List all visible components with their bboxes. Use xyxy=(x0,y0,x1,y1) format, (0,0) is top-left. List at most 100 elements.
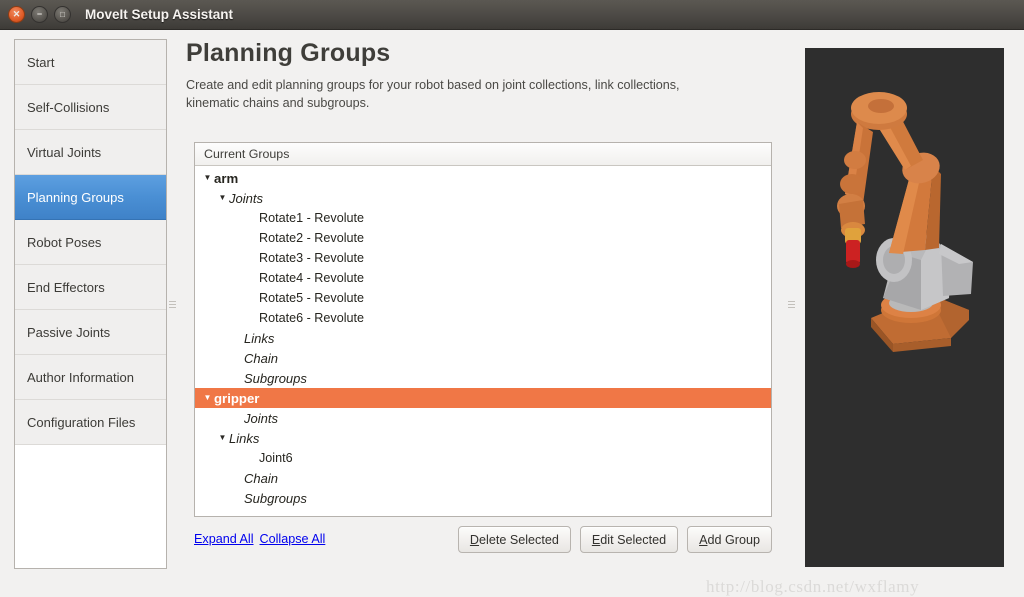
tree-indent-spacer: ▼ xyxy=(231,494,244,502)
tree-row[interactable]: ▼ gripper xyxy=(195,388,771,408)
window-title: MoveIt Setup Assistant xyxy=(85,7,234,22)
tree-indent-spacer: ▼ xyxy=(231,334,244,342)
window-titlebar: ✕ − □ MoveIt Setup Assistant xyxy=(0,0,1024,30)
navigation-empty-space xyxy=(15,445,166,545)
edit-selected-button[interactable]: Edit Selected xyxy=(579,526,679,553)
tree-column-header: Current Groups xyxy=(195,143,771,166)
tree-row-label: Joint6 xyxy=(259,451,293,465)
tree-row[interactable]: ▼Chain xyxy=(195,348,771,368)
tree-expand-links: Expand All Collapse All xyxy=(194,532,325,546)
delete-selected-button[interactable]: Delete Selected xyxy=(457,526,571,553)
sidebar-item-label: Virtual Joints xyxy=(27,144,102,160)
window-close-button[interactable]: ✕ xyxy=(8,6,25,23)
tree-row-label: Subgroups xyxy=(244,490,307,506)
window-maximize-button[interactable]: □ xyxy=(54,6,71,23)
action-buttons: Delete Selected Edit Selected Add Group xyxy=(457,526,772,553)
tree-row[interactable]: ▼Chain xyxy=(195,468,771,488)
button-label: Edit Selected xyxy=(591,532,667,547)
sidebar-item-label: Start xyxy=(27,54,55,70)
splitter-grip-icon xyxy=(788,299,795,310)
navigation-list: Start Self-Collisions Virtual Joints Planni… xyxy=(15,40,166,445)
tree-row[interactable]: ▼Rotate1 - Revolute xyxy=(195,208,771,228)
sidebar-item-label: Author Information xyxy=(27,369,134,385)
chevron-down-icon[interactable]: ▼ xyxy=(216,194,229,202)
sidebar-item-end-effectors[interactable]: End Effectors xyxy=(15,265,166,310)
app-body: Start Self-Collisions Virtual Joints Planni… xyxy=(0,30,1024,596)
tree-row-label: Chain xyxy=(244,470,278,486)
sidebar-item-virtual-joints[interactable]: Virtual Joints xyxy=(15,130,166,175)
navigation-sidebar: Start Self-Collisions Virtual Joints Planni… xyxy=(14,39,167,569)
tree-row-label: Links xyxy=(244,330,275,346)
tree-row[interactable]: ▼ arm xyxy=(195,168,771,188)
viewport-splitter-handle[interactable] xyxy=(786,39,797,569)
tree-row[interactable]: ▼Rotate5 - Revolute xyxy=(195,288,771,308)
chevron-down-icon[interactable]: ▼ xyxy=(201,394,214,402)
chevron-down-icon[interactable]: ▼ xyxy=(201,174,214,182)
tree-indent-spacer: ▼ xyxy=(246,254,259,262)
chevron-down-icon[interactable]: ▼ xyxy=(216,434,229,442)
expand-all-link[interactable]: Expand All xyxy=(194,532,254,546)
add-group-button[interactable]: Add Group xyxy=(687,526,772,553)
close-icon: ✕ xyxy=(12,9,21,19)
main-panel: Planning Groups Create and edit planning… xyxy=(186,39,786,569)
tree-row[interactable]: ▼Joints xyxy=(195,408,771,428)
sidebar-item-label: Passive Joints xyxy=(27,324,111,340)
tree-indent-spacer: ▼ xyxy=(231,474,244,482)
tree-row-label: Rotate5 - Revolute xyxy=(259,291,365,305)
tree-row-label: arm xyxy=(214,170,239,186)
robot-model-graphic xyxy=(837,92,973,352)
button-label: Add Group xyxy=(699,532,760,547)
tree-row[interactable]: ▼Rotate2 - Revolute xyxy=(195,228,771,248)
tree-row-label: Joints xyxy=(244,410,278,426)
bottom-controls: Expand All Collapse All Delete Selected Ed… xyxy=(194,526,772,556)
page-title: Planning Groups xyxy=(186,39,391,67)
sidebar-item-robot-poses[interactable]: Robot Poses xyxy=(15,220,166,265)
tree-indent-spacer: ▼ xyxy=(231,354,244,362)
robot-3d-viewport[interactable] xyxy=(805,48,1004,567)
sidebar-splitter-handle[interactable] xyxy=(167,39,178,569)
current-groups-tree[interactable]: Current Groups ▼arm▼Joints▼Rotate1 - Rev… xyxy=(194,142,772,517)
tree-row-label: gripper xyxy=(214,390,260,406)
sidebar-item-configuration-files[interactable]: Configuration Files xyxy=(15,400,166,445)
page-description: Create and edit planning groups for your… xyxy=(186,78,680,110)
sidebar-item-self-collisions[interactable]: Self-Collisions xyxy=(15,85,166,130)
tree-row-label: Rotate3 - Revolute xyxy=(259,251,365,265)
sidebar-item-label: Planning Groups xyxy=(27,189,124,205)
tree-row-label: Rotate6 - Revolute xyxy=(259,311,365,325)
tree-rows-container: ▼arm▼Joints▼Rotate1 - Revolute▼Rotate2 -… xyxy=(195,166,771,516)
tree-row[interactable]: ▼Links xyxy=(195,428,771,448)
tree-indent-spacer: ▼ xyxy=(246,274,259,282)
sidebar-item-label: Configuration Files xyxy=(27,414,136,430)
sidebar-item-planning-groups[interactable]: Planning Groups xyxy=(15,175,166,220)
tree-row-label: Subgroups xyxy=(244,370,307,386)
tree-indent-spacer: ▼ xyxy=(246,314,259,322)
tree-indent-spacer: ▼ xyxy=(246,454,259,462)
tree-indent-spacer: ▼ xyxy=(246,214,259,222)
window-minimize-button[interactable]: − xyxy=(31,6,48,23)
tree-row-label: Rotate1 - Revolute xyxy=(259,211,365,225)
tree-row[interactable]: ▼Joint6 xyxy=(195,448,771,468)
tree-row[interactable]: ▼Rotate3 - Revolute xyxy=(195,248,771,268)
splitter-grip-icon xyxy=(169,299,176,310)
tree-row-label: Rotate4 - Revolute xyxy=(259,271,365,285)
sidebar-item-passive-joints[interactable]: Passive Joints xyxy=(15,310,166,355)
tree-row[interactable]: ▼Joints xyxy=(195,188,771,208)
sidebar-item-label: End Effectors xyxy=(27,279,105,295)
sidebar-item-author-information[interactable]: Author Information xyxy=(15,355,166,400)
sidebar-item-label: Self-Collisions xyxy=(27,99,110,115)
tree-row[interactable]: ▼Links xyxy=(195,328,771,348)
tree-row-label: Rotate2 - Revolute xyxy=(259,231,365,245)
tree-indent-spacer: ▼ xyxy=(246,234,259,242)
tree-row[interactable]: ▼Subgroups xyxy=(195,368,771,388)
collapse-all-link[interactable]: Collapse All xyxy=(260,532,326,546)
tree-row[interactable]: ▼Rotate4 - Revolute xyxy=(195,268,771,288)
tree-row-label: Chain xyxy=(244,350,278,366)
tree-row-label: Joints xyxy=(229,190,263,206)
tree-indent-spacer: ▼ xyxy=(231,374,244,382)
tree-row-label: Links xyxy=(229,430,260,446)
minimize-icon: − xyxy=(36,9,43,19)
sidebar-item-start[interactable]: Start xyxy=(15,40,166,85)
tree-row[interactable]: ▼Rotate6 - Revolute xyxy=(195,308,771,328)
watermark-text: http://blog.csdn.net/wxflamy xyxy=(706,577,920,596)
tree-row[interactable]: ▼Subgroups xyxy=(195,488,771,508)
